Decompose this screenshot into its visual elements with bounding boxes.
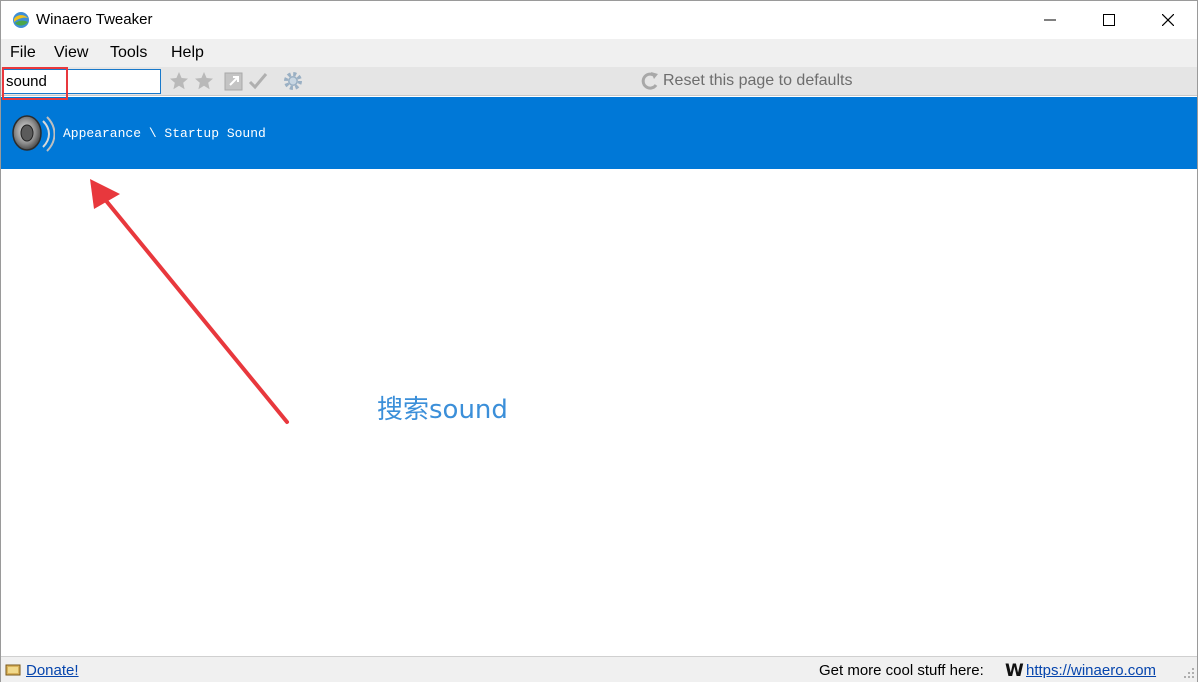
maximize-button[interactable]: [1080, 1, 1138, 39]
checkmark-icon[interactable]: [247, 70, 269, 92]
winaero-logo-icon: W: [1005, 661, 1024, 681]
menu-view[interactable]: View: [54, 44, 88, 62]
status-bar: Donate! Get more cool stuff here: W http…: [1, 656, 1197, 682]
reset-page-button[interactable]: Reset this page to defaults: [663, 72, 852, 90]
star-icon[interactable]: [193, 70, 215, 92]
search-result-item[interactable]: Appearance \ Startup Sound: [1, 97, 1197, 169]
donate-link[interactable]: Donate!: [26, 662, 79, 679]
minimize-icon: [1044, 19, 1056, 21]
gear-icon[interactable]: [282, 70, 304, 92]
menu-help[interactable]: Help: [171, 44, 204, 62]
speaker-icon: [12, 115, 55, 152]
winaero-site-link[interactable]: https://winaero.com: [1026, 662, 1156, 679]
result-path-label: Appearance \ Startup Sound: [63, 126, 266, 141]
annotation-label: 搜索sound: [377, 395, 508, 425]
star-add-icon[interactable]: [168, 70, 190, 92]
search-input[interactable]: [2, 69, 161, 94]
title-bar[interactable]: Winaero Tweaker: [1, 1, 1197, 39]
open-link-icon[interactable]: [223, 70, 245, 92]
menu-file[interactable]: File: [10, 44, 36, 62]
app-window: Winaero Tweaker File View Tools Help sou…: [0, 0, 1198, 682]
menu-bar: File View Tools Help: [1, 39, 1197, 67]
close-icon: [1162, 14, 1174, 26]
resize-grip-icon[interactable]: [1183, 667, 1195, 679]
winaero-globe-icon: [13, 12, 29, 28]
maximize-icon: [1103, 14, 1115, 26]
menu-tools[interactable]: Tools: [110, 44, 147, 62]
donate-icon: [5, 664, 21, 676]
reset-icon[interactable]: [639, 70, 661, 92]
minimize-button[interactable]: [1021, 1, 1079, 39]
more-stuff-text: Get more cool stuff here:: [819, 662, 984, 679]
close-button[interactable]: [1139, 1, 1197, 39]
window-title: Winaero Tweaker: [36, 11, 153, 28]
results-pane: Appearance \ Startup Sound: [1, 97, 1197, 655]
toolbar: Reset this page to defaults: [1, 67, 1197, 96]
